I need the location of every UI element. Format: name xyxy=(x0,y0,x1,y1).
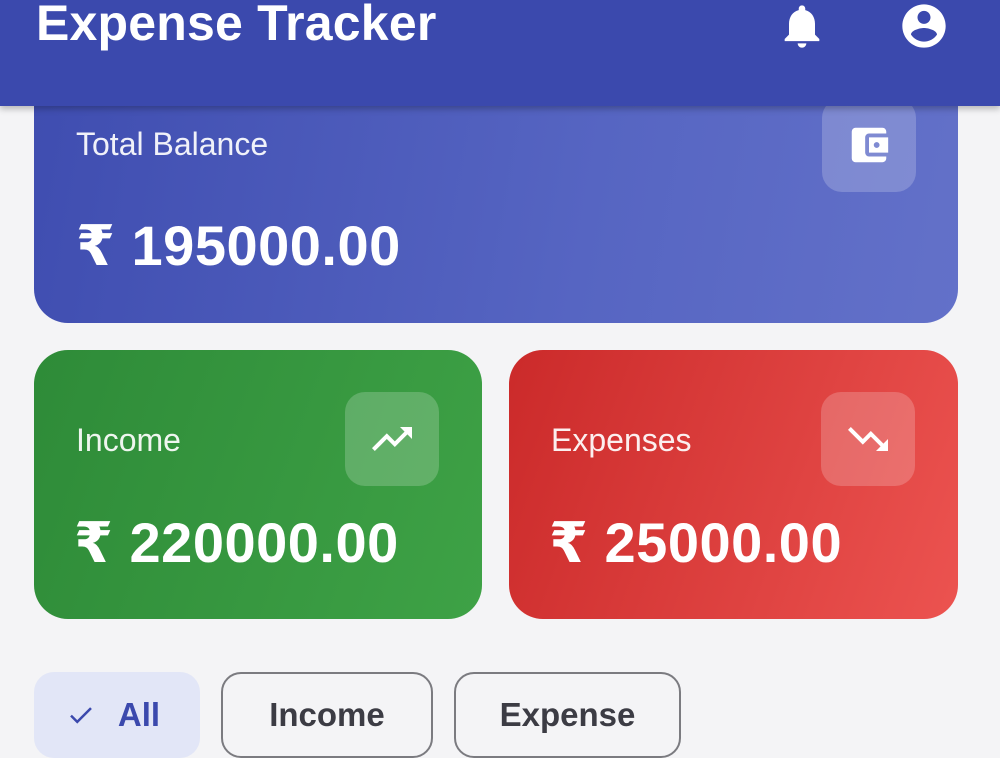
expenses-card: Expenses ₹ 25000.00 xyxy=(509,350,958,619)
filter-chip-expense-label: Expense xyxy=(499,696,636,733)
account-circle-icon[interactable] xyxy=(898,0,950,52)
trending-down-icon xyxy=(848,427,888,451)
filter-chip-all[interactable]: All xyxy=(34,672,200,758)
filter-chip-income[interactable]: Income xyxy=(221,672,433,758)
trending-down-icon-box xyxy=(821,392,915,486)
filter-chip-expense[interactable]: Expense xyxy=(454,672,681,758)
filter-chip-income-label: Income xyxy=(269,696,385,733)
total-balance-label: Total Balance xyxy=(76,126,269,162)
notifications-bell-icon[interactable] xyxy=(776,0,828,52)
total-balance-amount: ₹ 195000.00 xyxy=(76,214,401,277)
app-bar: Expense Tracker xyxy=(0,0,1000,106)
income-label: Income xyxy=(76,422,181,458)
trending-up-icon xyxy=(372,427,412,451)
income-card: Income ₹ 220000.00 xyxy=(34,350,482,619)
filter-chip-all-label: All xyxy=(117,696,161,733)
wallet-icon-box xyxy=(822,98,916,192)
wallet-icon xyxy=(851,127,889,163)
income-amount: ₹ 220000.00 xyxy=(74,511,399,574)
app-title: Expense Tracker xyxy=(36,0,437,51)
trending-up-icon-box xyxy=(345,392,439,486)
check-icon xyxy=(70,707,92,724)
expenses-label: Expenses xyxy=(551,422,692,458)
expenses-amount: ₹ 25000.00 xyxy=(549,511,843,574)
